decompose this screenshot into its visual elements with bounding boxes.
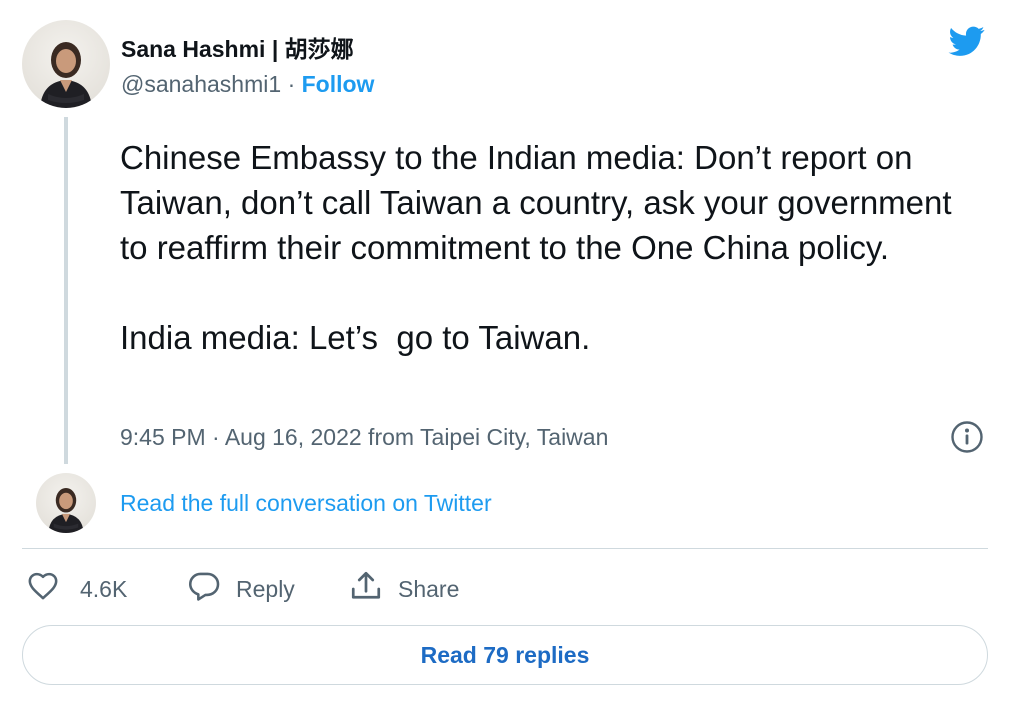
reply-label: Reply (236, 575, 295, 602)
read-replies-label: Read 79 replies (420, 641, 590, 668)
author-handle-row: @sanahashmi1 · Follow (121, 71, 374, 98)
author-name[interactable]: Sana Hashmi | 胡莎娜 (121, 30, 354, 64)
read-full-conversation-link[interactable]: Read the full conversation on Twitter (120, 490, 492, 517)
thread-line (64, 117, 68, 464)
speech-bubble-icon (186, 569, 236, 609)
tweet-timestamp[interactable]: 9:45 PM · Aug 16, 2022 from Taipei City,… (120, 424, 608, 451)
conversation-avatar[interactable] (36, 473, 96, 533)
share-upload-icon (348, 568, 398, 610)
share-action[interactable]: Share (348, 570, 459, 608)
handle-separator: · (287, 71, 296, 97)
reply-action[interactable]: Reply (186, 570, 295, 608)
info-icon[interactable] (950, 420, 984, 454)
author-handle[interactable]: @sanahashmi1 (121, 71, 281, 97)
like-action[interactable]: 4.6K (26, 570, 127, 608)
share-label: Share (398, 575, 460, 602)
tweet-text: Chinese Embassy to the Indian media: Don… (120, 139, 952, 356)
avatar-photo (40, 42, 92, 108)
divider (22, 548, 988, 549)
twitter-bird-icon[interactable] (946, 23, 988, 59)
heart-icon (26, 569, 74, 609)
like-count: 4.6K (80, 575, 128, 602)
read-replies-button[interactable]: Read 79 replies (22, 625, 988, 685)
follow-button[interactable]: Follow (302, 71, 375, 97)
avatar-photo-small (48, 488, 84, 533)
author-avatar[interactable] (22, 20, 110, 108)
